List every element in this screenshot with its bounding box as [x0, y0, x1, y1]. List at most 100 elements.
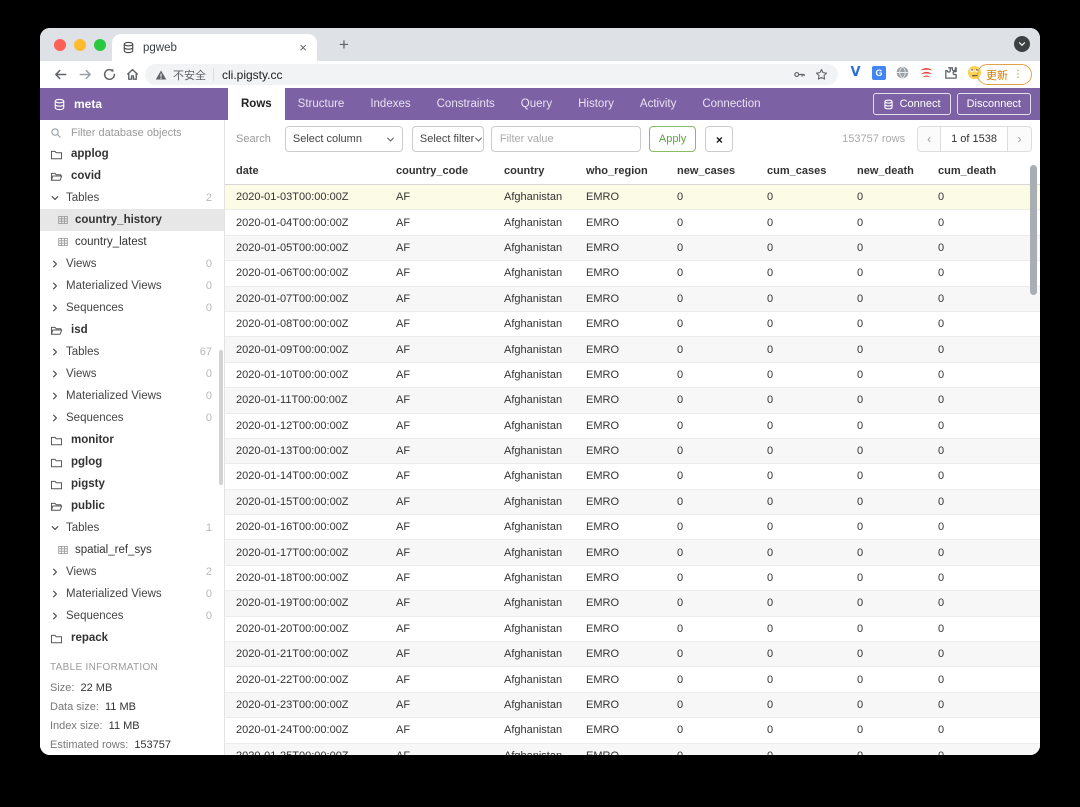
table-row[interactable]: 2020-01-12T00:00:00ZAFAfghanistanEMRO000…: [225, 414, 1040, 439]
reload-icon[interactable]: [102, 67, 117, 82]
filter-value-input[interactable]: [491, 126, 641, 152]
tab-activity[interactable]: Activity: [627, 88, 689, 120]
sidebar-item-tables[interactable]: Tables2: [40, 187, 224, 209]
google-translate-extension-icon[interactable]: G: [872, 66, 886, 80]
close-window-button[interactable]: [54, 39, 66, 51]
sidebar-item-country_latest[interactable]: country_latest: [40, 231, 224, 253]
column-header-new_cases[interactable]: new_cases: [677, 165, 767, 177]
chrome-update-menu-button[interactable]: 更新 ⋮: [977, 64, 1032, 85]
saved-password-key-icon[interactable]: [793, 68, 806, 81]
sidebar-item-tables[interactable]: Tables67: [40, 341, 224, 363]
cell-new_cases: 0: [677, 420, 767, 432]
bookmark-star-icon[interactable]: [815, 68, 828, 81]
vimium-extension-icon[interactable]: V: [848, 65, 863, 80]
table-row[interactable]: 2020-01-25T00:00:00ZAFAfghanistanEMRO000…: [225, 744, 1040, 755]
sidebar-item-monitor[interactable]: monitor: [40, 429, 224, 451]
table-row[interactable]: 2020-01-22T00:00:00ZAFAfghanistanEMRO000…: [225, 667, 1040, 692]
tab-query[interactable]: Query: [508, 88, 565, 120]
connect-button[interactable]: Connect: [873, 93, 951, 115]
red-extension-icon[interactable]: [919, 65, 934, 80]
table-row[interactable]: 2020-01-18T00:00:00ZAFAfghanistanEMRO000…: [225, 566, 1040, 591]
sidebar-item-spatial_ref_sys[interactable]: spatial_ref_sys: [40, 539, 224, 561]
table-row[interactable]: 2020-01-20T00:00:00ZAFAfghanistanEMRO000…: [225, 617, 1040, 642]
close-tab-icon[interactable]: ×: [299, 40, 307, 55]
column-header-cum_death[interactable]: cum_death: [938, 165, 1040, 177]
table-row[interactable]: 2020-01-21T00:00:00ZAFAfghanistanEMRO000…: [225, 642, 1040, 667]
tab-constraints[interactable]: Constraints: [424, 88, 508, 120]
table-row[interactable]: 2020-01-13T00:00:00ZAFAfghanistanEMRO000…: [225, 439, 1040, 464]
table-row[interactable]: 2020-01-03T00:00:00ZAFAfghanistanEMRO000…: [225, 185, 1040, 210]
main-scrollbar[interactable]: [1030, 165, 1037, 295]
table-row[interactable]: 2020-01-06T00:00:00ZAFAfghanistanEMRO000…: [225, 261, 1040, 286]
extensions-puzzle-icon[interactable]: [943, 65, 958, 80]
url-text[interactable]: cli.pigsty.cc: [222, 68, 784, 82]
apply-button[interactable]: Apply: [649, 126, 697, 152]
sidebar-item-public[interactable]: public: [40, 495, 224, 517]
table-row[interactable]: 2020-01-10T00:00:00ZAFAfghanistanEMRO000…: [225, 363, 1040, 388]
new-tab-button[interactable]: +: [332, 33, 356, 57]
tab-connection[interactable]: Connection: [689, 88, 773, 120]
column-header-new_death[interactable]: new_death: [857, 165, 938, 177]
table-row[interactable]: 2020-01-09T00:00:00ZAFAfghanistanEMRO000…: [225, 337, 1040, 362]
table-row[interactable]: 2020-01-11T00:00:00ZAFAfghanistanEMRO000…: [225, 388, 1040, 413]
table-row[interactable]: 2020-01-24T00:00:00ZAFAfghanistanEMRO000…: [225, 718, 1040, 743]
sidebar-item-materialized-views[interactable]: Materialized Views0: [40, 275, 224, 297]
sidebar-item-materialized-views[interactable]: Materialized Views0: [40, 583, 224, 605]
clear-filter-button[interactable]: ×: [705, 126, 733, 152]
zoom-window-button[interactable]: [94, 39, 106, 51]
tab-history[interactable]: History: [565, 88, 627, 120]
column-header-date[interactable]: date: [236, 165, 396, 177]
cell-new_death: 0: [857, 394, 938, 406]
table-row[interactable]: 2020-01-15T00:00:00ZAFAfghanistanEMRO000…: [225, 490, 1040, 515]
sidebar-item-country_history[interactable]: country_history: [40, 209, 224, 231]
previous-page-button[interactable]: ‹: [917, 126, 941, 152]
sidebar-item-repack[interactable]: repack: [40, 627, 224, 649]
forward-icon[interactable]: [78, 67, 93, 82]
sidebar-scrollbar[interactable]: [219, 350, 223, 485]
globe-extension-icon[interactable]: [895, 65, 910, 80]
table-row[interactable]: 2020-01-08T00:00:00ZAFAfghanistanEMRO000…: [225, 312, 1040, 337]
sidebar-item-materialized-views[interactable]: Materialized Views0: [40, 385, 224, 407]
tab-indexes[interactable]: Indexes: [357, 88, 423, 120]
sidebar-item-sequences[interactable]: Sequences0: [40, 407, 224, 429]
disconnect-button[interactable]: Disconnect: [957, 93, 1031, 115]
select-filter-dropdown[interactable]: Select filter: [412, 126, 484, 152]
table-row[interactable]: 2020-01-07T00:00:00ZAFAfghanistanEMRO000…: [225, 287, 1040, 312]
table-row[interactable]: 2020-01-04T00:00:00ZAFAfghanistanEMRO000…: [225, 210, 1040, 235]
tab-structure[interactable]: Structure: [285, 88, 358, 120]
sidebar-item-covid[interactable]: covid: [40, 165, 224, 187]
sidebar-item-pigsty[interactable]: pigsty: [40, 473, 224, 495]
table-row[interactable]: 2020-01-17T00:00:00ZAFAfghanistanEMRO000…: [225, 540, 1040, 565]
back-icon[interactable]: [53, 67, 68, 82]
sidebar-item-views[interactable]: Views2: [40, 561, 224, 583]
table-row[interactable]: 2020-01-05T00:00:00ZAFAfghanistanEMRO000…: [225, 236, 1040, 261]
cell-new_death: 0: [857, 344, 938, 356]
security-label[interactable]: 不安全: [173, 67, 206, 83]
tab-rows[interactable]: Rows: [228, 88, 285, 120]
next-page-button[interactable]: ›: [1008, 126, 1032, 152]
sidebar-item-isd[interactable]: isd: [40, 319, 224, 341]
select-column-dropdown[interactable]: Select column: [285, 126, 403, 152]
table-row[interactable]: 2020-01-23T00:00:00ZAFAfghanistanEMRO000…: [225, 693, 1040, 718]
browser-tab-pgweb[interactable]: pgweb ×: [112, 34, 317, 61]
sidebar-item-tables[interactable]: Tables1: [40, 517, 224, 539]
table-row[interactable]: 2020-01-19T00:00:00ZAFAfghanistanEMRO000…: [225, 591, 1040, 616]
not-secure-warning-icon[interactable]: [155, 69, 167, 81]
sidebar-item-pglog[interactable]: pglog: [40, 451, 224, 473]
sidebar-item-sequences[interactable]: Sequences0: [40, 605, 224, 627]
url-bar[interactable]: 不安全 cli.pigsty.cc: [145, 64, 838, 85]
sidebar-item-applog[interactable]: applog: [40, 143, 224, 165]
sidebar-item-views[interactable]: Views0: [40, 253, 224, 275]
column-header-who_region[interactable]: who_region: [586, 165, 677, 177]
table-row[interactable]: 2020-01-14T00:00:00ZAFAfghanistanEMRO000…: [225, 464, 1040, 489]
sidebar-item-sequences[interactable]: Sequences0: [40, 297, 224, 319]
sidebar-item-views[interactable]: Views0: [40, 363, 224, 385]
minimize-window-button[interactable]: [74, 39, 86, 51]
column-header-country_code[interactable]: country_code: [396, 165, 504, 177]
table-row[interactable]: 2020-01-16T00:00:00ZAFAfghanistanEMRO000…: [225, 515, 1040, 540]
tab-search-button[interactable]: [1014, 36, 1030, 52]
filter-database-objects-input[interactable]: [69, 126, 213, 140]
column-header-cum_cases[interactable]: cum_cases: [767, 165, 857, 177]
home-icon[interactable]: [125, 67, 140, 82]
column-header-country[interactable]: country: [504, 165, 586, 177]
